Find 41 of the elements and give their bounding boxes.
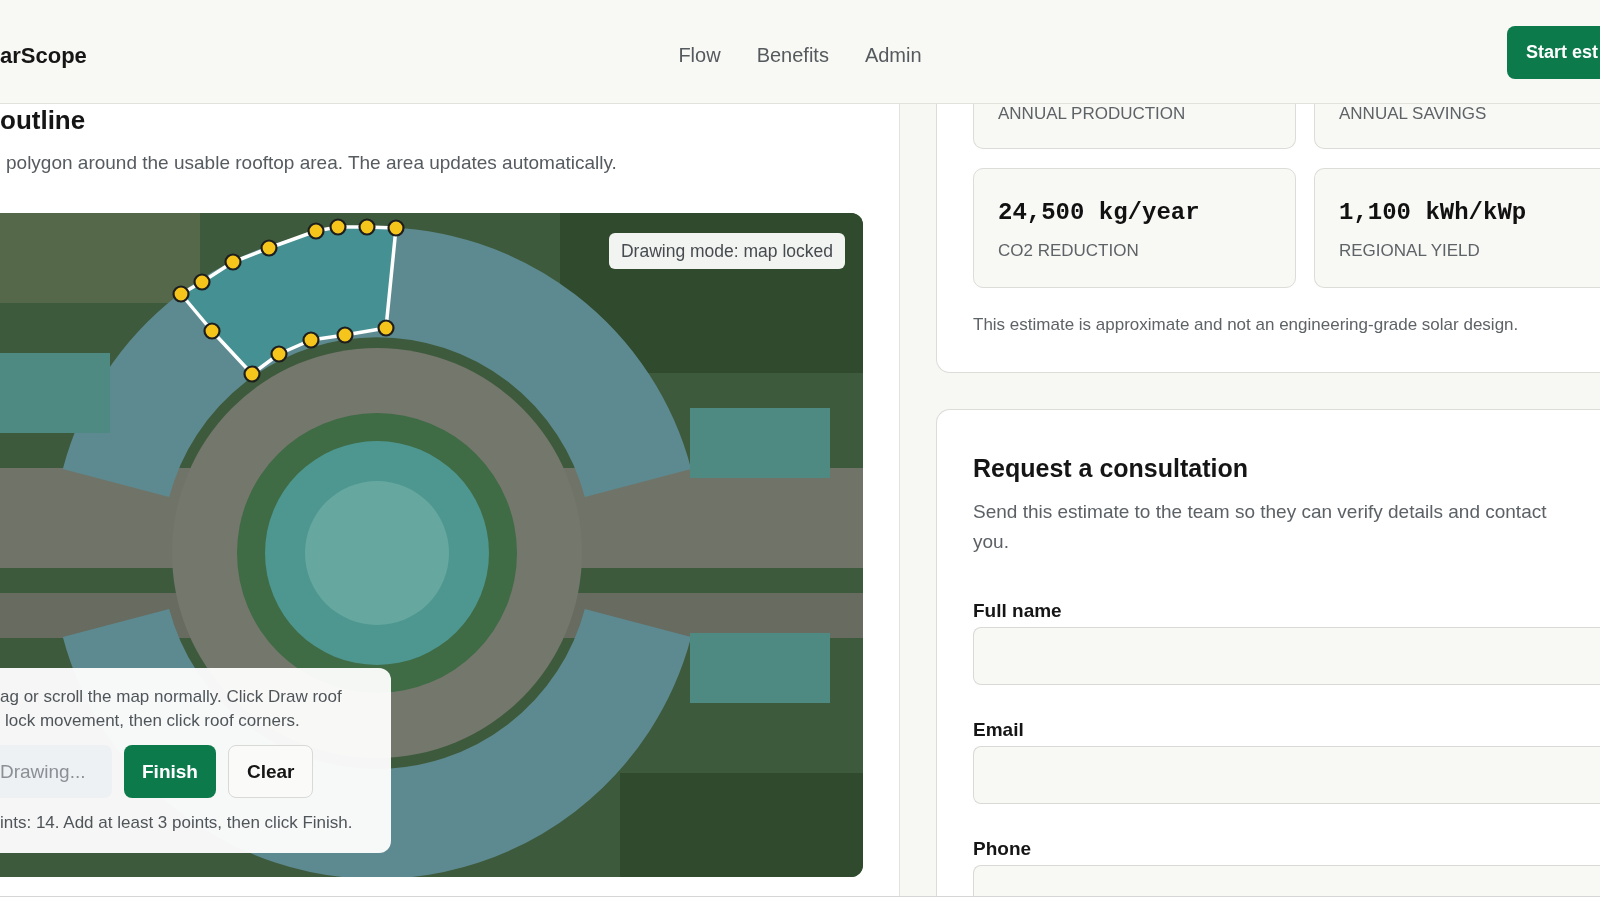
vertex-handle[interactable] <box>193 273 211 291</box>
stat-label: ANNUAL SAVINGS <box>1339 104 1487 124</box>
hint-text: ag or scroll the map normally. Click Draw roof <box>0 686 342 708</box>
estimate-note: This estimate is approximate and not an engineering-grade solar design. <box>973 314 1520 336</box>
vertex-handle[interactable] <box>329 218 347 236</box>
stat-label: REGIONAL YIELD <box>1339 241 1480 261</box>
form-description: Send this estimate to the team so they can verify details and contact you. <box>973 500 1548 554</box>
form-heading: Request a consultation <box>973 453 1250 484</box>
input-field[interactable] <box>973 627 1600 685</box>
vertex-handle[interactable] <box>307 222 325 240</box>
section-heading: outline <box>0 104 87 136</box>
brand-name: arScope <box>0 42 87 69</box>
stat-label: CO2 REDUCTION <box>998 241 1139 261</box>
vertex-handle[interactable] <box>203 322 221 340</box>
vertex-handle[interactable] <box>377 319 395 337</box>
vertex-handle[interactable] <box>243 365 261 383</box>
field-label: Full name <box>973 599 1062 623</box>
field-label: Email <box>973 718 1024 742</box>
hint-text: lock movement, then click roof corners. <box>4 710 300 732</box>
points-status: ints: 14. Add at least 3 points, then click Finish. <box>0 812 353 834</box>
stat-label: ANNUAL PRODUCTION <box>998 104 1186 124</box>
nav-link[interactable]: Admin <box>864 44 922 67</box>
clear-button[interactable]: Clear <box>227 745 314 798</box>
vertex-handle[interactable] <box>260 239 278 257</box>
stat-value: 1,100 kWh/kWp <box>1339 198 1527 228</box>
vertex-handle[interactable] <box>270 345 288 363</box>
finish-button[interactable]: Finish <box>124 745 216 798</box>
vertex-handle[interactable] <box>336 326 354 344</box>
section-description: polygon around the usable rooftop area. The area updates automatically. <box>5 151 618 175</box>
mode-badge: Drawing mode: map locked <box>608 233 845 269</box>
nav-link[interactable]: Flow <box>678 44 721 67</box>
start-button[interactable]: Start est <box>1507 26 1600 79</box>
field-label: Phone <box>973 837 1032 861</box>
input-field[interactable] <box>973 746 1600 804</box>
vertex-handle[interactable] <box>172 285 190 303</box>
nav-link[interactable]: Benefits <box>756 44 829 67</box>
vertex-handle[interactable] <box>224 253 242 271</box>
stat-value: 24,500 kg/year <box>998 198 1200 228</box>
vertex-handle[interactable] <box>387 219 405 237</box>
vertex-handle[interactable] <box>302 331 320 349</box>
vertex-handle[interactable] <box>358 218 376 236</box>
